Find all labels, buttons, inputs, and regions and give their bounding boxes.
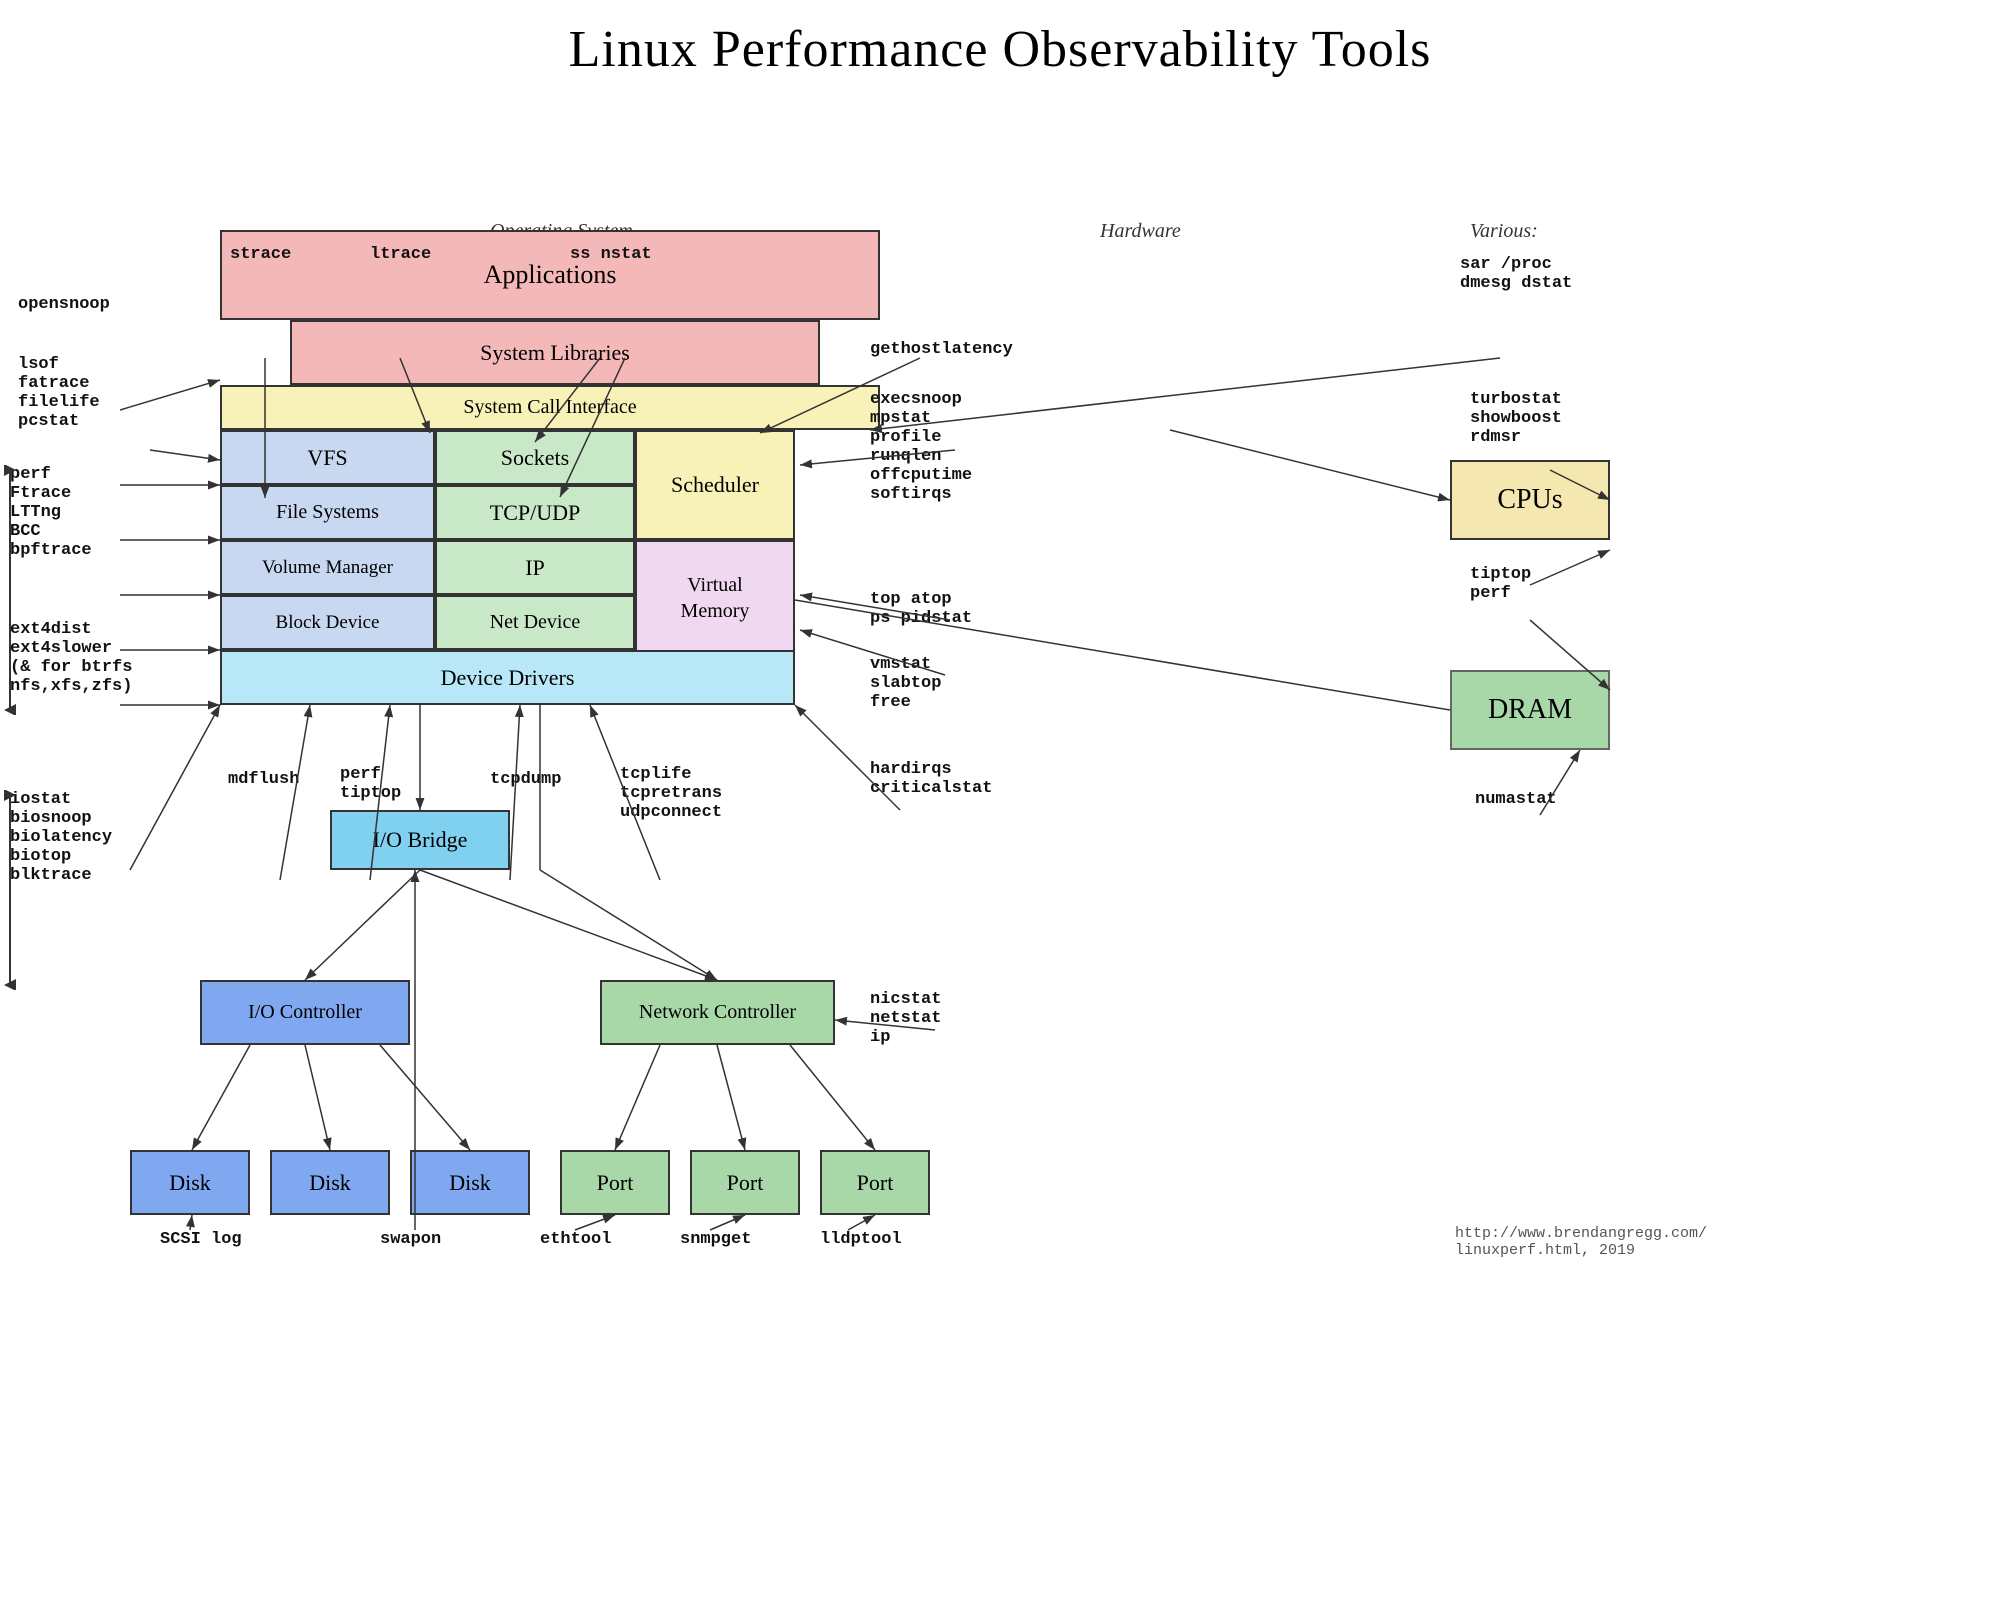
layer-block-device: Block Device (220, 595, 435, 650)
tool-gethostlatency: gethostlatency (870, 340, 1013, 359)
diagram: Operating System Hardware Various: Appli… (0, 110, 2000, 1500)
perf-arrow-indicator (0, 465, 20, 715)
layer-filesystems: File Systems (220, 485, 435, 540)
tool-ss-nstat: ss nstat (570, 245, 652, 264)
layer-device-drivers: Device Drivers (220, 650, 795, 705)
layer-tcpudp: TCP/UDP (435, 485, 635, 540)
layer-network-controller: Network Controller (600, 980, 835, 1045)
tool-scsi-log: SCSI log (160, 1230, 242, 1249)
layer-sockets: Sockets (435, 430, 635, 485)
page-title: Linux Performance Observability Tools (0, 0, 2000, 79)
layer-vfs: VFS (220, 430, 435, 485)
tool-execsnoop: execsnoopmpstatprofilerunqlenoffcputimes… (870, 390, 972, 504)
disk-2: Disk (270, 1150, 390, 1215)
disk-1: Disk (130, 1150, 250, 1215)
tool-top-atop: top atopps pidstat (870, 590, 972, 628)
tool-numastat: numastat (1475, 790, 1557, 809)
tool-ethtool: ethtool (540, 1230, 611, 1249)
layer-system-libraries: System Libraries (290, 320, 820, 385)
tool-turbostat: turbostatshowboostrdmsr (1470, 390, 1562, 447)
layer-net-device: Net Device (435, 595, 635, 650)
tool-snmpget: snmpget (680, 1230, 751, 1249)
layer-ip: IP (435, 540, 635, 595)
disk-3: Disk (410, 1150, 530, 1215)
tool-strace: strace (230, 245, 291, 264)
hw-dram: DRAM (1450, 670, 1610, 750)
layer-applications: Applications (220, 230, 880, 320)
layer-io-bridge: I/O Bridge (330, 810, 510, 870)
hw-cpus: CPUs (1450, 460, 1610, 540)
iostat-arrow-indicator (0, 790, 20, 990)
hw-section-label: Hardware (1100, 220, 1181, 243)
tool-ltrace: ltrace (370, 245, 431, 264)
tool-lldptool: lldptool (820, 1230, 902, 1249)
tool-perf-tiptop: perftiptop (340, 765, 401, 803)
port-2: Port (690, 1150, 800, 1215)
tool-lsof: lsoffatracefilelifepcstat (18, 355, 100, 431)
tool-tiptop-perf: tiptopperf (1470, 565, 1531, 603)
tool-opensnoop: opensnoop (18, 295, 110, 314)
tool-nicstat: nicstatnetstatip (870, 990, 941, 1047)
layer-volume-manager: Volume Manager (220, 540, 435, 595)
various-section-label: Various: (1470, 220, 1538, 243)
layer-syscall: System Call Interface (220, 385, 880, 430)
tool-vmstat: vmstatslabtopfree (870, 655, 941, 712)
tool-swapon: swapon (380, 1230, 441, 1249)
tool-tcpdump: tcpdump (490, 770, 561, 789)
port-1: Port (560, 1150, 670, 1215)
layer-virtual-memory: Virtual Memory (635, 540, 795, 655)
tool-perf-ftrace: perfFtraceLTTngBCCbpftrace (10, 465, 92, 560)
tool-mdflush: mdflush (228, 770, 299, 789)
tool-tcplife: tcplifetcpretransudpconnect (620, 765, 722, 822)
port-3: Port (820, 1150, 930, 1215)
tool-hardirqs: hardirqscriticalstat (870, 760, 992, 798)
layer-io-controller: I/O Controller (200, 980, 410, 1045)
tool-sar: sar /procdmesg dstat (1460, 255, 1572, 293)
layer-scheduler: Scheduler (635, 430, 795, 540)
url-label: http://www.brendangregg.com/linuxperf.ht… (1455, 1225, 1707, 1259)
tool-iostat: iostatbiosnoopbiolatencybiotopblktrace (10, 790, 112, 885)
tool-ext4dist: ext4distext4slower(& for btrfsnfs,xfs,zf… (10, 620, 132, 696)
